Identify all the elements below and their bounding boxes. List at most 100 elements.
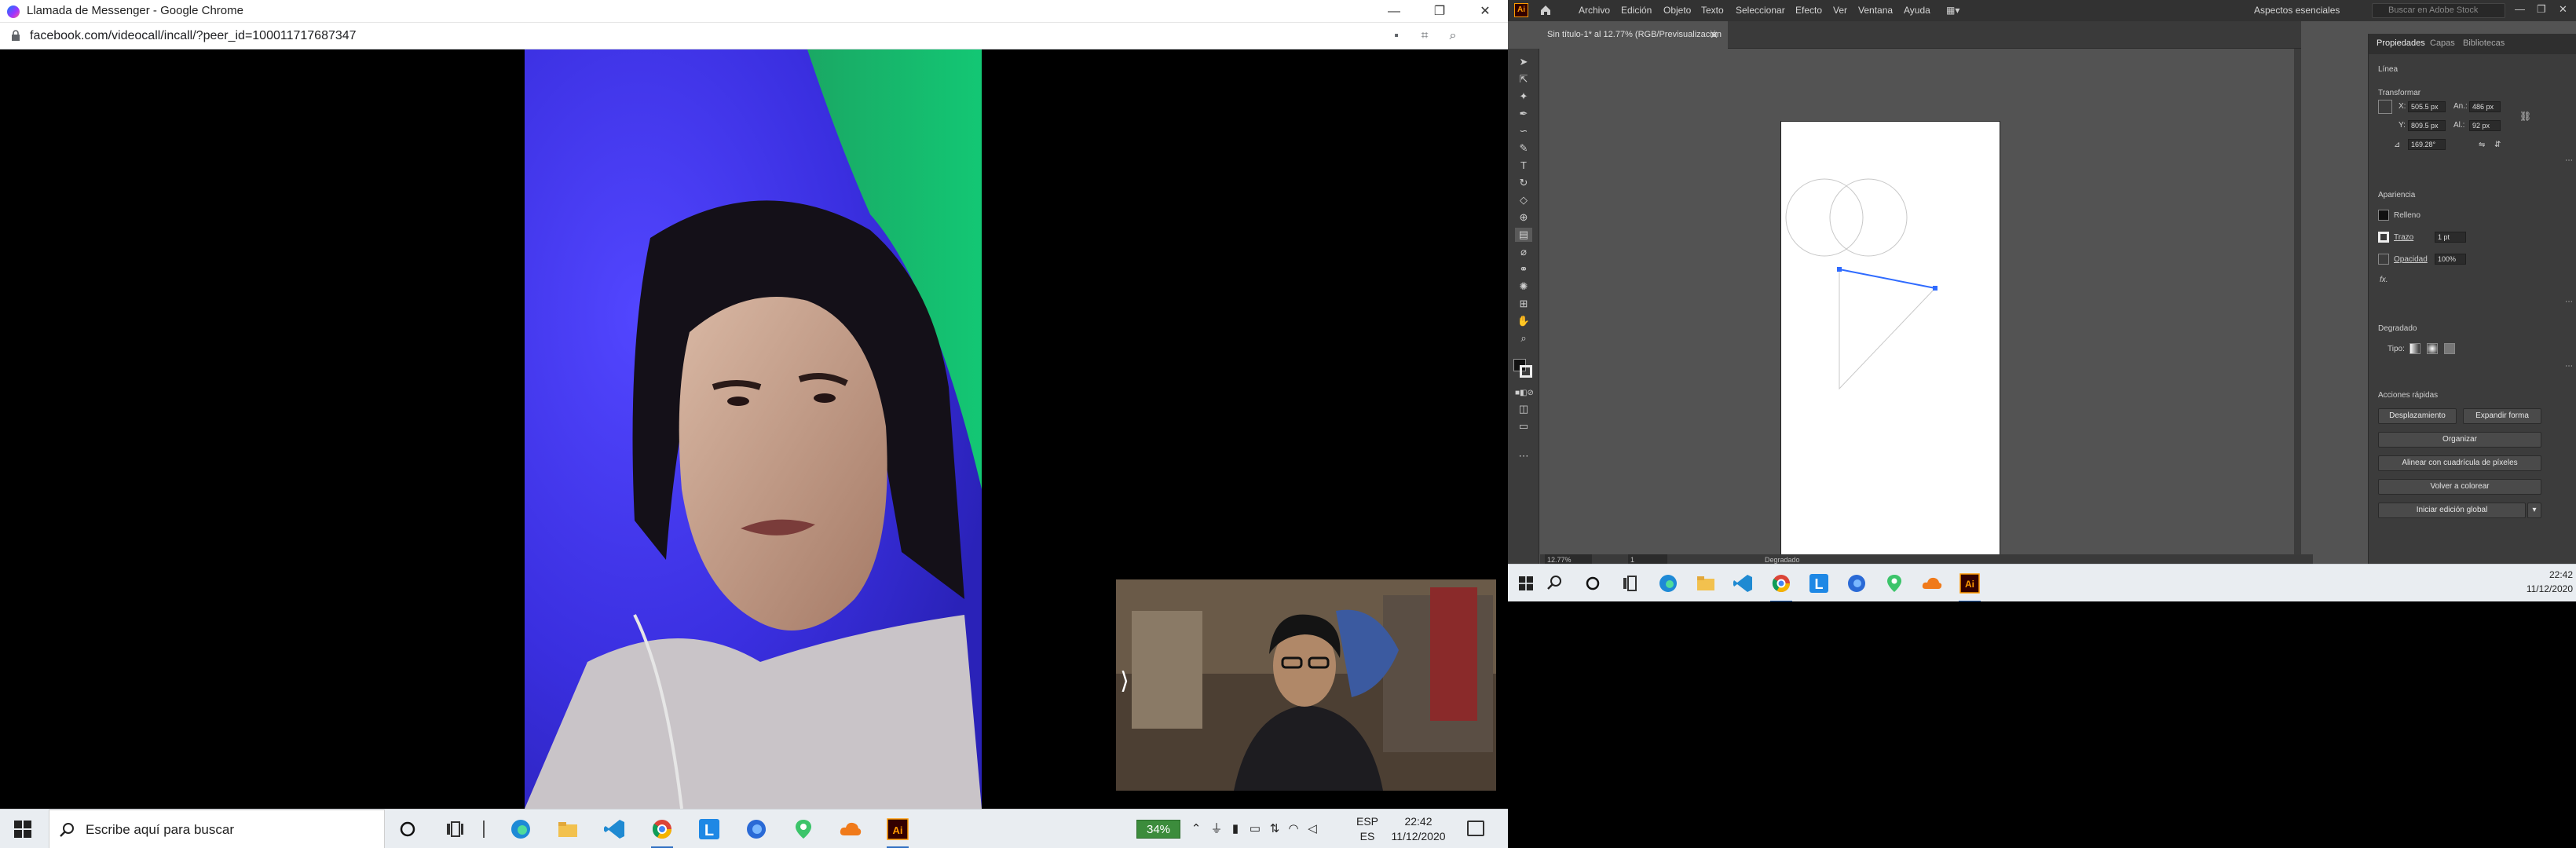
tab-libraries[interactable]: Bibliotecas [2463, 38, 2505, 48]
illustrator-taskbar-icon-right[interactable]: Ai [1957, 571, 1982, 603]
hand-tool-icon[interactable]: ✋ [1515, 314, 1532, 328]
menu-texto[interactable]: Texto [1701, 5, 1724, 16]
blend-tool-icon[interactable]: ⚭ [1515, 262, 1532, 276]
vscode-icon-right[interactable] [1731, 571, 1756, 596]
curvature-tool-icon[interactable]: ∽ [1515, 124, 1532, 138]
screen-mode-icon[interactable]: ▭ [1515, 419, 1532, 433]
microphone-icon[interactable]: ▮ [1229, 820, 1242, 839]
fill-color-swatch[interactable] [2378, 210, 2389, 221]
windows-start-icon-right[interactable] [1519, 576, 1533, 590]
cortana-icon[interactable] [395, 817, 420, 842]
canvas-area[interactable] [1540, 49, 2294, 565]
gradient-tool-icon[interactable]: ▤ [1515, 228, 1532, 242]
magic-wand-tool-icon[interactable]: ✦ [1515, 90, 1532, 104]
offset-path-button[interactable]: Desplazamiento [2378, 408, 2457, 424]
language-indicator[interactable]: ESP ES [1356, 814, 1379, 844]
document-close-button[interactable]: ✕ [1710, 21, 1718, 49]
direct-selection-tool-icon[interactable]: ⇱ [1515, 72, 1532, 86]
battery-indicator[interactable]: 34% [1136, 820, 1180, 839]
cloud-app-icon-right[interactable] [1919, 571, 1945, 596]
volume-icon[interactable]: ◁ [1304, 820, 1320, 839]
edge-icon-right[interactable] [1656, 571, 1681, 596]
radial-gradient-button[interactable] [2427, 343, 2438, 354]
zoom-icon[interactable]: ⌕ [1445, 28, 1461, 44]
artboard-tool-icon[interactable]: ⊞ [1515, 297, 1532, 311]
zoom-tool-icon[interactable]: ⌕ [1515, 331, 1532, 345]
pen-tool-icon[interactable]: ✒ [1515, 107, 1532, 121]
width-field[interactable]: 486 px [2469, 101, 2501, 112]
ai-minimize-button[interactable]: — [2515, 3, 2525, 15]
self-video[interactable]: ⟩ [1114, 577, 1498, 793]
canvas-vertical-scrollbar[interactable] [2294, 49, 2301, 554]
chrome-taskbar-icon-right[interactable] [1769, 571, 1794, 603]
recolor-button[interactable]: Volver a colorear [2378, 479, 2541, 495]
more-tools-icon[interactable]: ⋯ [1515, 449, 1532, 463]
firefox-icon-right[interactable] [1844, 571, 1869, 596]
ai-close-button[interactable]: ✕ [2559, 3, 2567, 16]
tab-layers[interactable]: Capas [2430, 38, 2455, 48]
file-explorer-icon-right[interactable] [1693, 571, 1718, 596]
maximize-button[interactable]: ❐ [1417, 0, 1462, 23]
home-icon[interactable] [1539, 4, 1552, 16]
cloud-app-icon[interactable] [838, 817, 863, 842]
l-app-icon-right[interactable]: L [1806, 571, 1831, 596]
self-view-toggle[interactable]: ⟩ [1116, 666, 1133, 697]
chevron-up-icon[interactable]: ⌃ [1190, 820, 1202, 839]
height-field[interactable]: 92 px [2469, 120, 2501, 131]
fx-button[interactable]: fx. [2380, 276, 2388, 284]
stroke-weight-field[interactable]: 1 pt [2435, 232, 2466, 243]
align-pixel-grid-button[interactable]: Alinear con cuadrícula de píxeles [2378, 455, 2541, 471]
type-tool-icon[interactable]: T [1515, 159, 1532, 173]
taskbar-clock[interactable]: 22:42 11/12/2020 [1385, 814, 1452, 844]
flip-horizontal-icon[interactable]: ⇋ [2479, 141, 2485, 149]
transform-more-icon[interactable]: ⋯ [2565, 156, 2573, 165]
menu-objeto[interactable]: Objeto [1663, 5, 1691, 16]
tab-properties[interactable]: Propiedades [2377, 38, 2425, 48]
search-icon-right[interactable] [1542, 571, 1568, 596]
arrange-button[interactable]: Organizar [2378, 432, 2541, 448]
edge-icon[interactable] [508, 817, 533, 842]
paintbrush-tool-icon[interactable]: ✎ [1515, 141, 1532, 155]
rotate-tool-icon[interactable]: ↻ [1515, 176, 1532, 190]
artboard[interactable] [1780, 121, 2000, 565]
notification-center-icon[interactable] [1467, 821, 1484, 836]
linear-gradient-button[interactable] [2410, 343, 2420, 354]
eyedropper-tool-icon[interactable]: ⌀ [1515, 245, 1532, 259]
maps-icon-right[interactable] [1882, 571, 1907, 596]
opacity-field[interactable]: 100% [2435, 254, 2466, 265]
stroke-color-swatch[interactable] [2378, 232, 2389, 243]
opacity-label[interactable]: Opacidad [2394, 255, 2428, 264]
symbol-sprayer-tool-icon[interactable]: ✺ [1515, 280, 1532, 294]
angle-field[interactable]: 169.28° [2408, 139, 2446, 150]
document-tab[interactable]: Sin título-1* al 12.77% (RGB/Previsualiz… [1539, 21, 1728, 67]
task-view-icon[interactable] [442, 817, 467, 842]
x-field[interactable]: 505.5 px [2408, 101, 2446, 112]
translate-icon[interactable]: ⌗ [1417, 28, 1433, 44]
draw-mode-icon[interactable]: ◫ [1515, 402, 1532, 416]
network-icon[interactable]: ⇅ [1267, 820, 1283, 839]
firefox-icon[interactable] [744, 817, 769, 842]
taskbar-search-box[interactable]: Escribe aquí para buscar [49, 810, 385, 848]
close-button[interactable]: ✕ [1462, 0, 1508, 23]
expand-shape-button[interactable]: Expandir forma [2463, 408, 2541, 424]
menu-ventana[interactable]: Ventana [1858, 5, 1893, 16]
shape-builder-tool-icon[interactable]: ⊕ [1515, 210, 1532, 225]
taskbar-clock-right[interactable]: 22:42 11/12/2020 [2513, 568, 2573, 596]
menu-edicion[interactable]: Edición [1621, 5, 1652, 16]
menu-seleccionar[interactable]: Seleccionar [1736, 5, 1785, 16]
appearance-more-icon[interactable]: ⋯ [2565, 298, 2573, 306]
camera-icon[interactable]: ▪ [1389, 28, 1404, 44]
eraser-tool-icon[interactable]: ◇ [1515, 193, 1532, 207]
illustrator-taskbar-icon[interactable]: Ai [885, 817, 910, 848]
reference-point-icon[interactable] [2378, 100, 2392, 114]
l-app-icon[interactable]: L [697, 817, 722, 842]
wifi-icon[interactable]: ◠ [1286, 820, 1301, 839]
adobe-stock-search[interactable]: Buscar en Adobe Stock [2372, 3, 2505, 18]
constrain-proportions-icon[interactable]: ⛓ [2519, 111, 2531, 122]
chrome-taskbar-icon[interactable] [649, 817, 675, 848]
windows-start-icon[interactable] [14, 821, 31, 838]
menu-ayuda[interactable]: Ayuda [1904, 5, 1930, 16]
menu-archivo[interactable]: Archivo [1579, 5, 1610, 16]
freeform-gradient-button[interactable] [2444, 343, 2455, 354]
lock-icon[interactable] [11, 30, 20, 41]
